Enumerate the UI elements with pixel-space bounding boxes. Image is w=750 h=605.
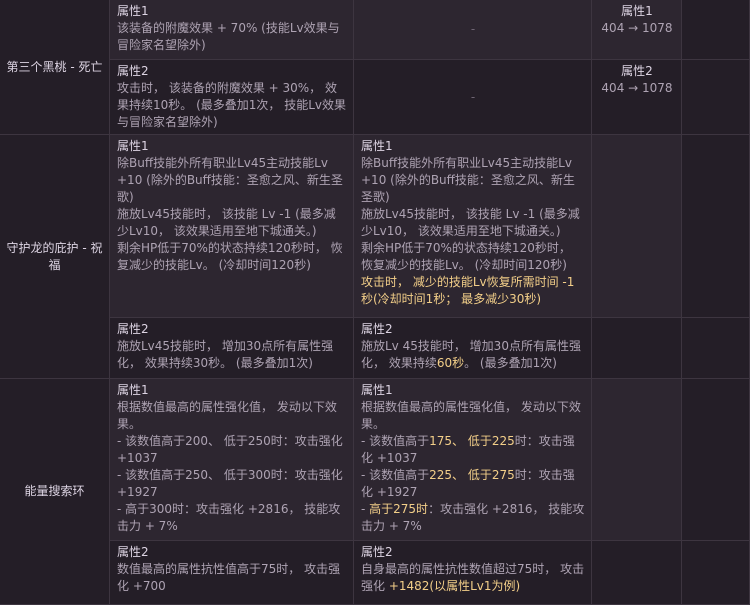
- empty-cell: [592, 379, 682, 541]
- changed-text: 攻击时， 减少的技能Lv恢复所需时间 -1秒(冷却时间1秒； 最多减少30秒): [361, 275, 575, 306]
- stat-value: 404 → 1078: [601, 21, 673, 35]
- empty-cell: [592, 541, 682, 605]
- attr-text: 施放Lv45技能时， 增加30点所有属性强化， 效果持续30秒。 (最多叠加1次…: [117, 339, 334, 370]
- attr-text: 数值最高的属性抗性值高于75时， 攻击强化 +700: [117, 562, 341, 593]
- stat-value: 404 → 1078: [601, 81, 673, 95]
- energy-ring-attr2-old: 属性2 数值最高的属性抗性值高于75时， 攻击强化 +700: [110, 541, 354, 605]
- effect-text: -: [361, 502, 370, 516]
- attr-text: 根据数值最高的属性强化值， 发动以下效果。 - 该数值高于200、 低于250时…: [117, 400, 343, 533]
- attr-label: 属性2: [361, 322, 393, 336]
- energy-ring-attr2-new: 属性2 自身最高的属性抗性数值超过75时， 攻击强化 +1482(以属性Lv1为…: [354, 541, 592, 605]
- item-name-energy-ring: 能量搜索环: [0, 379, 110, 605]
- empty-cell: [682, 318, 750, 379]
- dragon-guard-attr1-old: 属性1 除Buff技能外所有职业Lv45主动技能Lv +10 (除外的Buff技…: [110, 135, 354, 318]
- black-peach-attr2-new: -: [354, 60, 592, 135]
- energy-ring-attr1-new: 属性1 根据数值最高的属性强化值， 发动以下效果。 - 该数值高于175、 低于…: [354, 379, 592, 541]
- black-peach-attr2-stat: 属性2 404 → 1078: [592, 60, 682, 135]
- black-peach-attr1-old: 属性1 该装备的附魔效果 + 70% (技能Lv效果与冒险家名望除外): [110, 0, 354, 60]
- attr-label: 属性1: [361, 139, 393, 153]
- empty-cell: [592, 135, 682, 318]
- effect-line: - 高于275时：攻击强化 +2816， 技能攻击力 + 7%: [361, 501, 585, 535]
- dragon-guard-attr2-old: 属性2 施放Lv45技能时， 增加30点所有属性强化， 效果持续30秒。 (最多…: [110, 318, 354, 379]
- empty-cell: [682, 60, 750, 135]
- attr-label: 属性1: [117, 383, 149, 397]
- energy-ring-attr1-old: 属性1 根据数值最高的属性强化值， 发动以下效果。 - 该数值高于200、 低于…: [110, 379, 354, 541]
- attr-label: 属性1: [117, 4, 149, 18]
- effect-line: - 该数值高于175、 低于225时：攻击强化 +1037: [361, 433, 585, 467]
- equipment-compare-table: 第三个黑桃 - 死亡 属性1 该装备的附魔效果 + 70% (技能Lv效果与冒险…: [0, 0, 750, 605]
- empty-cell: [682, 541, 750, 605]
- changed-text: 60秒: [436, 356, 465, 370]
- attr-text: 该装备的附魔效果 + 70% (技能Lv效果与冒险家名望除外): [117, 21, 340, 52]
- attr-label: 属性2: [361, 545, 393, 559]
- effect-text: - 该数值高于: [361, 468, 430, 482]
- effect-line: - 该数值高于225、 低于275时：攻击强化 +1927: [361, 467, 585, 501]
- attr-label: 属性2: [117, 545, 149, 559]
- empty-cell: [682, 379, 750, 541]
- attr-text: 攻击时， 该装备的附魔效果 + 30%， 效果持续10秒。 (最多叠加1次， 技…: [117, 81, 347, 129]
- attr-label: 属性2: [117, 64, 149, 78]
- black-peach-attr1-stat: 属性1 404 → 1078: [592, 0, 682, 60]
- attr-text: 。 (最多叠加1次): [464, 356, 557, 370]
- changed-text: 225、 低于275: [429, 468, 515, 482]
- empty-cell: [592, 318, 682, 379]
- changed-text: 高于275时: [369, 502, 429, 516]
- stat-label: 属性2: [621, 64, 653, 78]
- attr-text: 除Buff技能外所有职业Lv45主动技能Lv +10 (除外的Buff技能：圣愈…: [117, 156, 343, 272]
- attr-label: 属性2: [117, 322, 149, 336]
- attr-label: 属性1: [361, 383, 393, 397]
- attr-label: 属性1: [117, 139, 149, 153]
- stat-label: 属性1: [621, 4, 653, 18]
- item-name-black-peach: 第三个黑桃 - 死亡: [0, 0, 110, 135]
- effect-text: - 该数值高于: [361, 434, 430, 448]
- black-peach-attr2-old: 属性2 攻击时， 该装备的附魔效果 + 30%， 效果持续10秒。 (最多叠加1…: [110, 60, 354, 135]
- attr-text: 除Buff技能外所有职业Lv45主动技能Lv +10 (除外的Buff技能：圣愈…: [361, 156, 580, 272]
- dragon-guard-attr1-new: 属性1 除Buff技能外所有职业Lv45主动技能Lv +10 (除外的Buff技…: [354, 135, 592, 318]
- changed-text: +1482(以属性Lv1为例): [388, 579, 521, 593]
- attr-text: 根据数值最高的属性强化值， 发动以下效果。: [361, 400, 581, 431]
- item-name-dragon-guard: 守护龙的庇护 - 祝福: [0, 135, 110, 379]
- empty-cell: [682, 0, 750, 60]
- changed-text: 175、 低于225: [429, 434, 515, 448]
- black-peach-attr1-new: -: [354, 0, 592, 60]
- dragon-guard-attr2-new: 属性2 施放Lv 45技能时， 增加30点所有属性强化， 效果持续60秒。 (最…: [354, 318, 592, 379]
- empty-cell: [682, 135, 750, 318]
